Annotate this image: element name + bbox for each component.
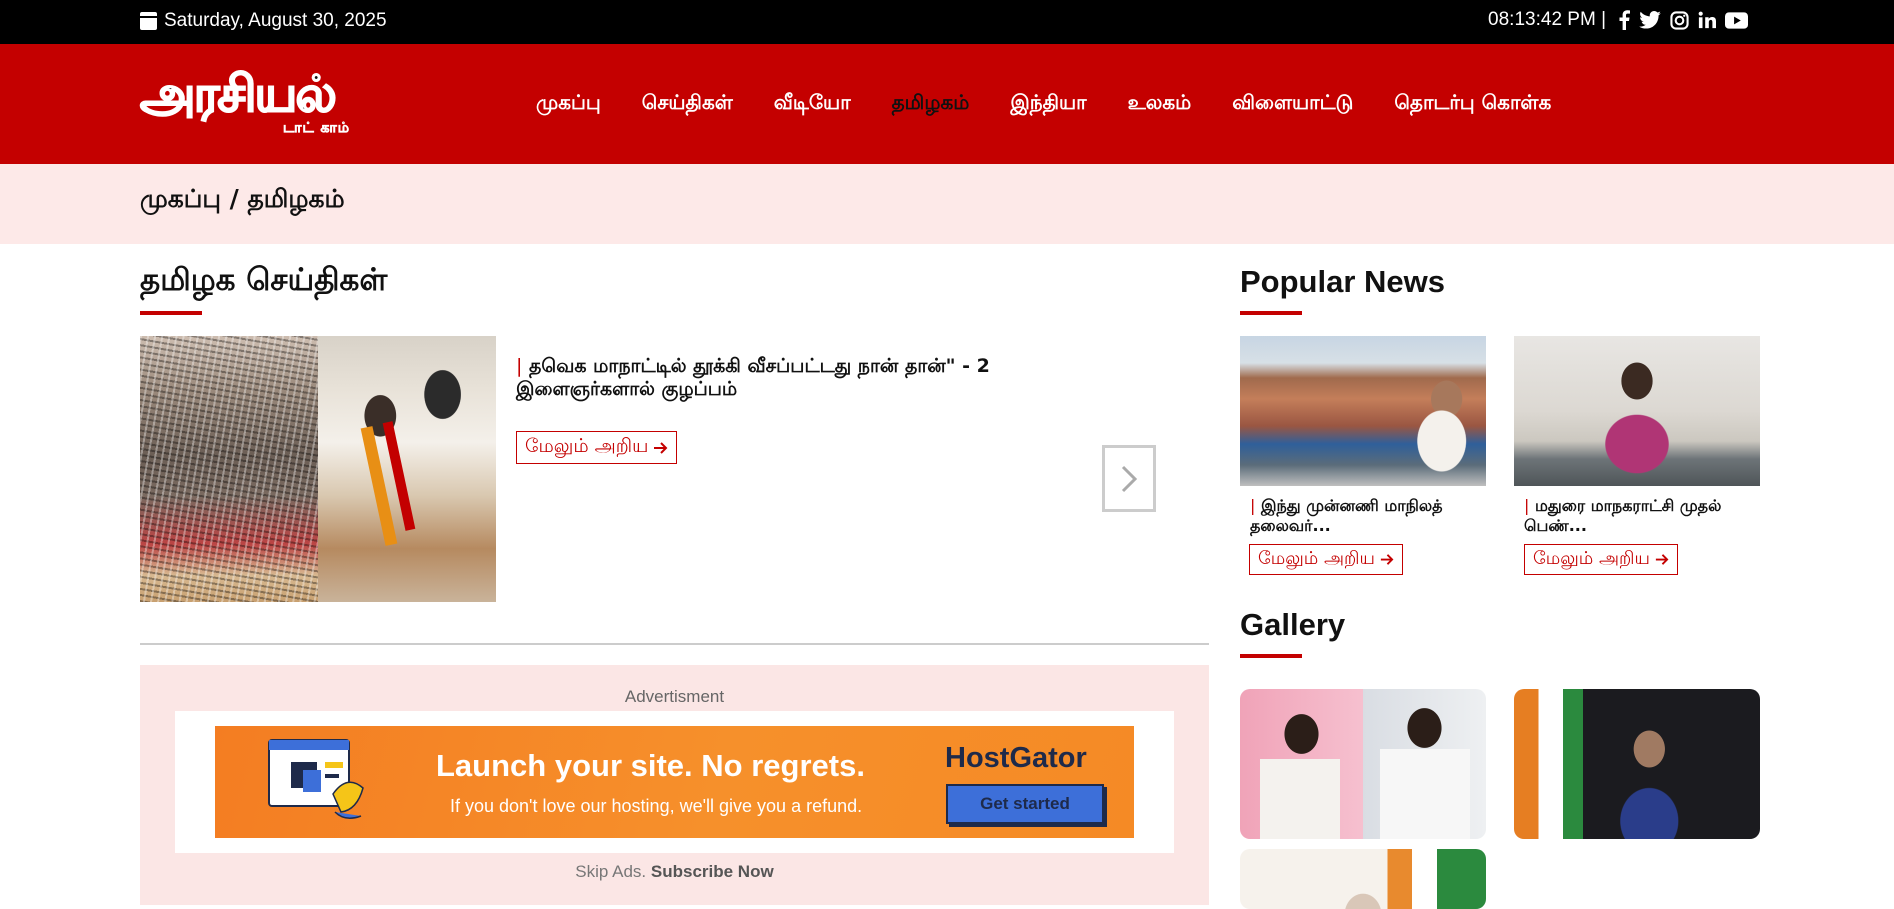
topbar-right: 08:13:42 PM | — [1488, 9, 1748, 31]
advert-label: Advertisment — [624, 687, 725, 706]
twitter-icon[interactable] — [1639, 11, 1661, 29]
popular-read-more-button[interactable]: மேலும் அறிய — [1524, 544, 1678, 575]
popular-headline-text: இந்து முன்னணி மாநிலத் தலைவர்... — [1250, 496, 1443, 535]
headline-marker: | — [1524, 496, 1530, 515]
nav-tamilnadu[interactable]: தமிழகம் — [892, 90, 970, 117]
read-more-label: மேலும் அறிய — [1258, 548, 1375, 569]
current-time: 08:13:42 PM | — [1488, 9, 1606, 30]
advert-brand: HostGator — [945, 742, 1087, 774]
featured-image-crowd — [140, 336, 318, 602]
featured-headline[interactable]: | தவெக மாநாட்டில் தூக்கி வீசப்பட்டது நான… — [516, 355, 1116, 401]
featured-image-people — [318, 336, 496, 602]
instagram-icon[interactable] — [1670, 10, 1689, 30]
site-header: அரசியல் டாட் காம் முகப்பு செய்திகள் வீடி… — [0, 44, 1894, 164]
featured-headline-text: தவெக மாநாட்டில் தூக்கி வீசப்பட்டது நான் … — [516, 355, 990, 400]
featured-image[interactable] — [140, 336, 496, 602]
facebook-icon[interactable] — [1618, 10, 1630, 30]
gallery-title-underline — [1240, 654, 1302, 658]
popular-card[interactable]: | இந்து முன்னணி மாநிலத் தலைவர்... — [1240, 336, 1486, 536]
nav-contact[interactable]: தொடர்பு கொள்க — [1394, 90, 1551, 117]
date-display: Saturday, August 30, 2025 — [140, 10, 387, 32]
site-logo[interactable]: அரசியல் டாட் காம் — [139, 65, 350, 144]
popular-headline-text: மதுரை மாநகராட்சி முதல் பெண்... — [1524, 496, 1722, 535]
advertisement-box: Advertisment Launch your site. No regret… — [140, 665, 1209, 905]
advert-cta-button[interactable]: Get started — [946, 784, 1104, 824]
popular-news-title: Popular News — [1240, 264, 1445, 299]
advert-headline: Launch your site. No regrets. — [436, 748, 865, 783]
arrow-right-icon — [654, 441, 668, 454]
nav-india[interactable]: இந்தியா — [1010, 90, 1086, 117]
nav-home[interactable]: முகப்பு — [536, 90, 601, 117]
current-date: Saturday, August 30, 2025 — [164, 10, 387, 31]
popular-image-temple[interactable] — [1240, 336, 1486, 486]
main-nav: முகப்பு செய்திகள் வீடியோ தமிழகம் இந்தியா… — [536, 90, 1551, 117]
subscribe-now-link[interactable]: Subscribe Now — [651, 862, 774, 881]
read-more-label: மேலும் அறிய — [525, 435, 649, 457]
popular-image-official[interactable] — [1514, 336, 1760, 486]
gallery-figure — [1380, 749, 1470, 839]
nav-news[interactable]: செய்திகள் — [642, 90, 733, 117]
section-title: தமிழக செய்திகள் — [140, 262, 388, 298]
skip-ads-text: Skip Ads. — [575, 862, 647, 881]
popular-read-more-button[interactable]: மேலும் அறிய — [1249, 544, 1403, 575]
gallery-figure — [1260, 759, 1340, 839]
popular-title-underline — [1240, 311, 1302, 315]
divider — [140, 643, 1209, 645]
popular-card[interactable]: | மதுரை மாநகராட்சி முதல் பெண்... — [1514, 336, 1760, 536]
logo-main-text: அரசியல் — [139, 65, 337, 123]
arrow-right-icon — [1380, 554, 1394, 565]
headline-marker: | — [516, 355, 523, 377]
linkedin-icon[interactable] — [1698, 11, 1716, 29]
advert-banner[interactable]: Launch your site. No regrets. If you don… — [215, 726, 1134, 838]
breadcrumb-bar: முகப்பு / தமிழகம் — [0, 164, 1894, 244]
social-links — [1618, 10, 1748, 30]
advert-frame: Launch your site. No regrets. If you don… — [175, 711, 1174, 853]
gallery-title: Gallery — [1240, 607, 1346, 642]
advert-subline: If you don't love our hosting, we'll giv… — [450, 796, 863, 816]
popular-headline: | இந்து முன்னணி மாநிலத் தலைவர்... — [1250, 496, 1486, 536]
website-mockup-icon — [268, 739, 364, 819]
gallery-image[interactable] — [1514, 689, 1760, 839]
carousel-next-button[interactable] — [1102, 445, 1156, 512]
read-more-label: மேலும் அறிய — [1533, 548, 1650, 569]
nav-world[interactable]: உலகம் — [1128, 90, 1192, 117]
gallery-image[interactable] — [1240, 849, 1486, 909]
calendar-icon — [140, 12, 157, 30]
featured-read-more-button[interactable]: மேலும் அறிய — [516, 431, 678, 464]
logo-sub-text: டாட் காம் — [282, 120, 350, 137]
skip-ads: Skip Ads. Subscribe Now — [140, 862, 1209, 882]
arrow-right-icon — [1655, 554, 1669, 565]
top-bar: Saturday, August 30, 2025 08:13:42 PM | — [0, 0, 1894, 44]
breadcrumb[interactable]: முகப்பு / தமிழகம் — [140, 184, 345, 217]
gallery-image[interactable] — [1240, 689, 1486, 839]
chevron-right-icon — [1121, 465, 1138, 492]
popular-headline: | மதுரை மாநகராட்சி முதல் பெண்... — [1524, 496, 1760, 536]
headline-marker: | — [1250, 496, 1256, 515]
section-title-underline — [140, 311, 202, 315]
youtube-icon[interactable] — [1725, 11, 1748, 29]
nav-video[interactable]: வீடியோ — [774, 90, 851, 117]
nav-sports[interactable]: விளையாட்டு — [1232, 90, 1353, 117]
